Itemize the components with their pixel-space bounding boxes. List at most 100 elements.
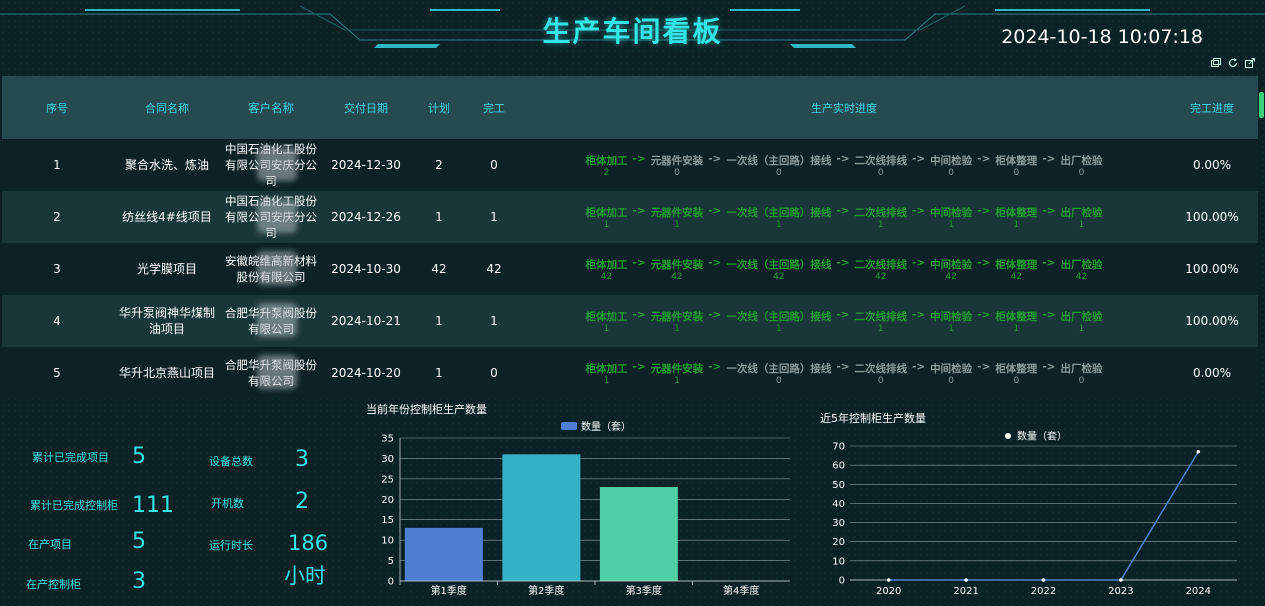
stage-name: 二次线排线 [854,258,908,271]
cell-progress: 柜体加工 1 -> 元器件安装 1 -> 一次线（主回路）接线 1 -> 二次线排线 1 -> 中间检验… [522,309,1166,334]
stage-count: 0 [1013,375,1020,386]
stage-name: 元器件安装 [650,206,704,219]
quarterly-bar-chart: 0 5 10 15 20 25 30 35 第1季度 第2季度 第3季度 第4季度 数量（套） [381,420,790,597]
stage-count: 42 [1075,271,1088,282]
active-cabinets-value: 3 [132,569,146,594]
completed-cabinets-value: 111 [132,493,174,518]
y-tick-label: 70 [832,442,845,453]
col-customer: 客户名称 [248,100,294,115]
cell-progress: 柜体加工 1 -> 元器件安装 1 -> 一次线（主回路）接线 0 -> 二次线排线 0 -> 中间检验… [522,361,1166,386]
privacy-blur [257,303,297,337]
cell-progress: 柜体加工 1 -> 元器件安装 1 -> 一次线（主回路）接线 1 -> 二次线排线 1 -> 中间检验… [522,205,1166,230]
stage-item: 柜体加工 1 [586,309,628,334]
stage-count: 1 [877,323,884,334]
data-point [886,578,891,582]
x-tick-label: 第4季度 [723,584,759,597]
stage-count: 1 [775,323,782,334]
y-tick-label: 20 [381,495,394,506]
scrollbar-thumb[interactable] [1259,92,1264,118]
col-date: 交付日期 [344,101,388,115]
cell-contract: 纺丝线4#线项目 [112,209,222,225]
stage-item: 柜体加工 2 [586,153,628,178]
stage-item: 柜体整理 42 [995,257,1037,282]
completed-projects-value: 5 [132,444,146,469]
table-header: 序号 合同名称 客户名称 交付日期 计划 完工 生产实时进度 完工进度 [2,76,1258,139]
stage-arrow: -> [912,360,926,373]
stage-flow: 柜体加工 2 -> 元器件安装 0 -> 一次线（主回路）接线 0 -> 二次线排线 0 -> 中间检验… [522,153,1166,178]
stage-item: 中间检验 42 [930,257,972,282]
stage-item: 柜体整理 0 [995,153,1037,178]
stage-arrow: -> [836,204,850,217]
stage-arrow: -> [977,360,991,373]
cell-progress: 柜体加工 2 -> 元器件安装 0 -> 一次线（主回路）接线 0 -> 二次线排线 0 -> 中间检验… [522,153,1166,178]
stage-arrow: -> [632,360,646,373]
cell-date: 2024-10-30 [331,262,401,276]
y-tick-label: 60 [832,461,845,472]
table-row[interactable]: 1聚合水洗、炼油中国石油化工股份有限公司安庆分公司2024-12-3020柜体加… [2,139,1258,191]
stage-name: 柜体加工 [585,206,628,219]
table-row[interactable]: 4华升泵阀神华煤制油项目合肥华升泵阀股份有限公司2024-10-2111柜体加工… [2,295,1258,347]
stage-name: 二次线排线 [854,206,908,219]
stage-item: 二次线排线 1 [855,309,908,334]
cell-done: 0 [490,158,498,172]
x-tick-label: 2023 [1108,586,1133,597]
stage-arrow: -> [912,152,926,165]
stage-name: 元器件安装 [650,258,704,271]
stage-count: 1 [603,323,610,334]
refresh-icon[interactable] [1228,58,1238,68]
stage-arrow: -> [1042,204,1056,217]
stage-name: 二次线排线 [854,310,908,323]
stage-arrow: -> [632,204,646,217]
stage-arrow: -> [912,204,926,217]
y-tick-label: 15 [381,515,394,526]
stage-item: 出厂检验 1 [1060,309,1102,334]
stage-item: 中间检验 0 [930,361,972,386]
stage-arrow: -> [632,152,646,165]
y-tick-label: 5 [388,556,394,567]
stage-name: 中间检验 [930,362,973,375]
legend-label: 数量（套） [1017,430,1067,443]
cell-done: 1 [490,210,498,224]
stage-name: 元器件安装 [650,154,704,167]
table-row[interactable]: 5华升北京燕山项目合肥华升泵阀股份有限公司2024-10-2010柜体加工1->… [2,347,1258,399]
cell-percent: 0.00% [1192,366,1232,380]
stage-count: 42 [773,271,785,282]
stage-name: 出厂检验 [1060,310,1103,323]
stage-arrow: -> [708,256,722,269]
bar [502,454,581,581]
active-cabinets-label: 在产控制柜 [26,578,81,591]
y-tick-label: 0 [388,577,394,588]
running-value: 2 [295,489,309,514]
export-icon[interactable] [1245,58,1255,68]
data-point [1041,578,1046,582]
stage-count: 0 [674,167,680,178]
stage-arrow: -> [912,256,926,269]
contract-name: 聚合水洗、炼油 [124,158,209,172]
legend-label: 数量（套） [581,420,631,433]
contract-name: 华升泵阀神华煤制油项目 [118,306,215,336]
stage-item: 出厂检验 0 [1060,153,1102,178]
privacy-blur [257,355,297,389]
stage-name: 元器件安装 [650,310,704,323]
stage-name: 柜体整理 [995,310,1038,323]
stage-count: 1 [674,323,680,334]
stage-flow: 柜体加工 1 -> 元器件安装 1 -> 一次线（主回路）接线 1 -> 二次线排线 1 -> 中间检验… [522,205,1166,230]
stage-name: 出厂检验 [1060,258,1103,271]
stage-count: 1 [877,219,884,230]
table-row[interactable]: 2纺丝线4#线项目中国石油化工股份有限公司安庆分公司2024-12-2611柜体… [2,191,1258,243]
x-tick-label: 2024 [1186,586,1211,597]
stage-item: 出厂检验 0 [1060,361,1102,386]
stage-name: 柜体整理 [995,362,1038,375]
stage-item: 出厂检验 1 [1060,205,1102,230]
current-datetime: 2024-10-18 10:07:18 [1001,26,1203,48]
table-row[interactable]: 3光学膜项目安徽皖维高新材料股份有限公司2024-10-304242柜体加工42… [2,243,1258,295]
contract-name: 光学膜项目 [136,262,197,276]
stage-item: 元器件安装 0 [651,153,704,178]
restore-icon[interactable] [1211,58,1221,68]
stage-name: 中间检验 [930,206,973,219]
cell-plan: 1 [435,366,443,380]
y-tick-label: 0 [839,576,845,587]
stage-name: 出厂检验 [1060,154,1103,167]
x-tick-label: 2022 [1031,586,1056,597]
stage-arrow: -> [632,256,646,269]
